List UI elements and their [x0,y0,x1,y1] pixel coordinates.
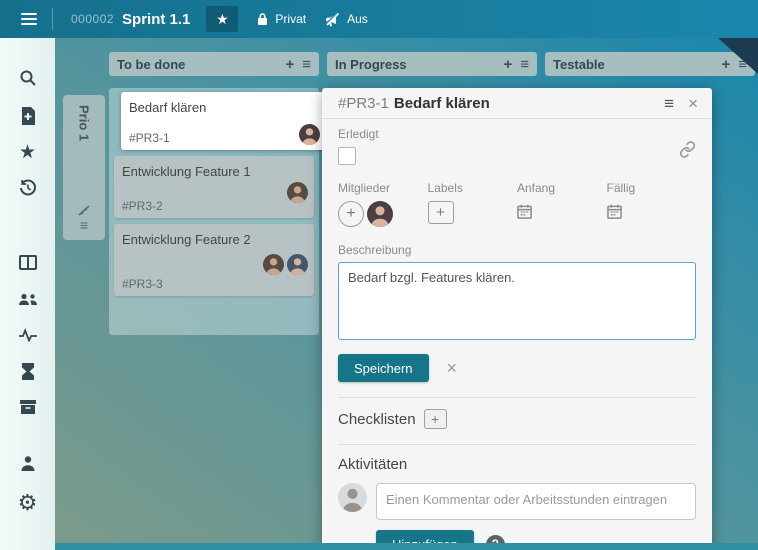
avatar[interactable] [287,254,308,275]
divider [338,444,696,445]
card-detail-name[interactable]: Bedarf klären [394,95,490,112]
card-title: Entwicklung Feature 1 [122,164,306,179]
board-number: 000002 [71,12,114,26]
announcements-label: Aus [347,12,368,26]
list-title: Testable [553,57,713,72]
add-checklist-button[interactable]: + [424,409,447,429]
lock-icon [256,12,269,26]
list-title: In Progress [335,57,495,72]
privacy-label: Privat [275,12,306,26]
save-button[interactable]: Speichern [338,354,429,382]
swimlane-title: Prio 1 [77,105,92,205]
list-to-be-done: Bedarf klären #PR3-1 Entwicklung Feature… [109,88,319,335]
list-menu-icon[interactable]: ≡ [520,57,529,72]
list-header-in-progress[interactable]: In Progress + ≡ [327,52,537,76]
list-header-to-be-done[interactable]: To be done + ≡ [109,52,319,76]
star-icon: ★ [216,11,229,28]
card-detail-title: #PR3-1 Bedarf klären [338,95,664,112]
due-date-label: Fällig [607,181,697,195]
activities-label: Aktivitäten [338,456,407,473]
start-date-label: Anfang [517,181,607,195]
done-field: Erledigt [338,127,379,165]
board-title[interactable]: Sprint 1.1 [122,11,190,28]
board-view-icon[interactable] [0,249,55,275]
top-bar: 000002 Sprint 1.1 ★ Privat Aus [0,0,758,38]
app-window: 000002 Sprint 1.1 ★ Privat Aus ★ [0,0,758,550]
card-id: #PR3-3 [122,277,263,291]
start-date-field: Anfang [517,181,607,227]
hourglass-icon[interactable] [0,358,55,384]
card-menu-icon[interactable]: ≡ [664,95,674,112]
calendar-icon[interactable] [607,204,622,224]
add-board-icon[interactable] [0,103,55,129]
card-title: Entwicklung Feature 2 [122,232,306,247]
checklists-label: Checklisten [338,411,416,428]
labels-field: Labels + [428,181,518,227]
card-detail-id: #PR3-1 [338,95,389,112]
add-card-icon[interactable]: + [503,57,512,72]
calendar-icon[interactable] [517,204,532,224]
member-avatar[interactable] [367,201,393,227]
megaphone-off-icon [324,12,341,27]
link-icon[interactable] [679,141,696,163]
avatar[interactable] [299,124,320,145]
labels-label: Labels [428,181,518,195]
card-detail-panel: #PR3-1 Bedarf klären ≡ × Erledigt [322,88,712,550]
search-icon[interactable] [0,65,55,91]
comment-input[interactable] [376,483,696,520]
card-pr3-1[interactable]: Bedarf klären #PR3-1 [121,92,326,150]
announcements-toggle[interactable]: Aus [324,12,368,27]
swimlane-drag-handle[interactable]: ≡ [78,205,90,232]
due-date-field: Fällig [607,181,697,227]
swimlane-prio1[interactable]: Prio 1 ≡ [63,95,105,240]
collapse-diagonal-icon [78,205,90,216]
settings-gear-icon[interactable]: ⚙ [0,490,55,516]
star-icon[interactable]: ★ [0,139,55,165]
divider [338,397,696,398]
list-header-testable[interactable]: Testable + ≡ [545,52,755,76]
card-pr3-2[interactable]: Entwicklung Feature 1 #PR3-2 [114,156,314,218]
activity-icon[interactable] [0,322,55,348]
list-title: To be done [117,57,277,72]
list-menu-icon[interactable]: ≡ [302,57,311,72]
members-field: Mitglieder + [338,181,428,227]
members-icon[interactable] [0,286,55,312]
add-card-icon[interactable]: + [721,57,730,72]
archive-icon[interactable] [0,394,55,420]
star-board-button[interactable]: ★ [206,6,238,32]
card-id: #PR3-2 [122,199,287,213]
cancel-icon[interactable]: × [447,359,458,377]
card-title: Bedarf klären [129,100,318,115]
history-icon[interactable] [0,175,55,201]
topbar-divider [52,8,53,30]
bottom-bar[interactable] [55,543,758,550]
add-card-icon[interactable]: + [285,57,294,72]
avatar[interactable] [287,182,308,203]
description-textarea[interactable]: Bedarf bzgl. Features klären. [338,262,696,340]
add-label-button[interactable]: + [428,201,454,224]
avatar[interactable] [263,254,284,275]
left-sidebar: ★ ⚙ [0,38,55,550]
checklists-section: Checklisten + [338,409,696,429]
activities-section: Aktivitäten [338,456,696,473]
add-member-button[interactable]: + [338,201,364,227]
close-icon[interactable]: × [688,95,698,112]
swimlane-menu-icon: ≡ [80,218,88,232]
done-label: Erledigt [338,127,379,141]
card-pr3-3[interactable]: Entwicklung Feature 2 #PR3-3 [114,224,314,296]
privacy-button[interactable]: Privat [256,12,306,26]
current-user-avatar [338,483,367,512]
user-icon[interactable] [0,450,55,476]
card-id: #PR3-1 [129,131,299,145]
card-detail-header: #PR3-1 Bedarf klären ≡ × [322,88,712,119]
board-canvas: To be done + ≡ In Progress + ≡ Testable … [55,38,758,550]
hamburger-menu-icon[interactable] [14,7,44,31]
members-label: Mitglieder [338,181,428,195]
done-checkbox[interactable] [338,147,356,165]
description-label: Beschreibung [338,243,696,257]
